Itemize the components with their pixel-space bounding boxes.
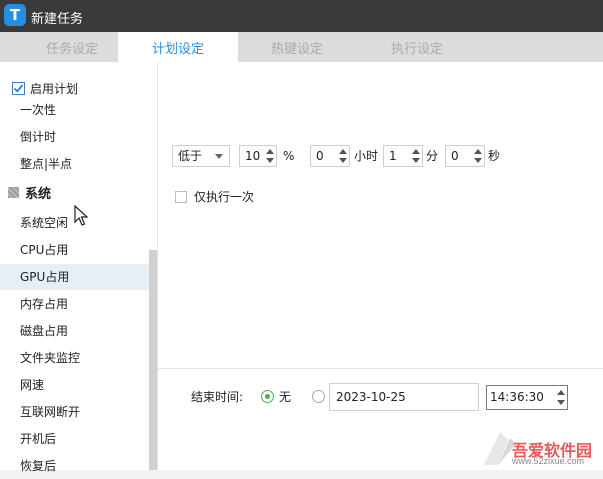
sidebar-group-label: 系统 [25,187,52,202]
tab-bar: 任务设定 计划设定 热键设定 执行设定 [0,32,603,62]
enable-plan-label: 启用计划 [30,82,79,96]
condition-panel: 低于 10 % 0 小时 1 分 0 秒 仅执行一次 [158,62,603,368]
hours-unit: 小时 [354,149,379,163]
app-logo-icon: T [4,4,26,26]
percent-value: 10 [245,149,261,163]
mouse-cursor-icon [74,205,88,226]
window-title: 新建任务 [31,12,84,27]
sidebar-item-hour-half[interactable]: 整点|半点 [0,151,150,177]
spin-down-icon[interactable] [339,158,347,163]
spin-up-icon[interactable] [557,390,565,395]
spin-down-icon[interactable] [474,158,482,163]
enable-plan-checkbox[interactable] [12,82,25,95]
chevron-down-icon [215,154,223,159]
hours-spin-arrows[interactable] [337,147,348,165]
app-logo-letter: T [9,6,21,24]
run-once-row[interactable]: 仅执行一次 [175,188,254,205]
run-once-label: 仅执行一次 [194,190,255,204]
tab-task-settings[interactable]: 任务设定 [12,32,132,62]
spin-down-icon[interactable] [266,158,274,163]
spin-down-icon[interactable] [557,400,565,405]
sidebar-item-after-resume[interactable]: 恢复后 [0,453,150,479]
spin-down-icon[interactable] [412,158,420,163]
plan-type-sidebar: 启用计划 一次性 倒计时 整点|半点 系统 系统空闲 CPU占用 GPU占用 内… [0,62,158,473]
spin-up-icon[interactable] [412,149,420,154]
hours-value: 0 [316,149,324,163]
end-time-none-radio[interactable] [261,390,274,403]
spin-up-icon[interactable] [474,149,482,154]
sidebar-item-network-speed[interactable]: 网速 [0,372,150,398]
spin-up-icon[interactable] [339,149,347,154]
hours-spinbox[interactable]: 0 [310,145,350,167]
sidebar-item-cpu-usage[interactable]: CPU占用 [0,237,150,263]
sidebar-item-after-boot[interactable]: 开机后 [0,426,150,452]
run-once-checkbox[interactable] [175,190,187,203]
sidebar-scrollbar-thumb[interactable] [149,250,157,470]
percent-spin-arrows[interactable] [264,147,275,165]
tab-plan-settings[interactable]: 计划设定 [118,32,238,62]
group-collapse-icon [8,187,19,198]
enable-plan-row[interactable]: 启用计划 [12,80,78,97]
seconds-value: 0 [451,149,459,163]
title-bar: T 新建任务 [0,0,603,32]
minutes-spin-arrows[interactable] [410,147,421,165]
sidebar-item-memory-usage[interactable]: 内存占用 [0,291,150,317]
end-date-input[interactable]: 2023-10-25 [329,383,479,411]
percent-spinbox[interactable]: 10 [239,145,277,167]
sidebar-item-countdown[interactable]: 倒计时 [0,124,150,150]
watermark-url: www.52zixue.com [512,456,585,466]
minutes-unit: 分 [426,149,439,163]
tab-hotkey-settings[interactable]: 热键设定 [237,32,357,62]
seconds-spin-arrows[interactable] [472,147,483,165]
comparator-value: 低于 [178,149,203,163]
end-time-label: 结束时间: [191,390,244,404]
minutes-spinbox[interactable]: 1 [383,145,423,167]
spin-up-icon[interactable] [266,149,274,154]
end-time-none-label: 无 [279,390,292,404]
minutes-value: 1 [389,149,397,163]
sidebar-item-folder-monitor[interactable]: 文件夹监控 [0,345,150,371]
seconds-spinbox[interactable]: 0 [445,145,485,167]
checkmark-icon [13,84,24,93]
seconds-unit: 秒 [488,149,501,163]
tab-execute-settings[interactable]: 执行设定 [357,32,477,62]
time-spin-arrows[interactable] [555,388,566,407]
end-time-input[interactable]: 14:36:30 [486,385,568,410]
end-time-value: 14:36:30 [490,390,544,404]
end-time-date-radio[interactable] [312,390,325,403]
sidebar-item-gpu-usage[interactable]: GPU占用 [0,264,150,290]
sidebar-item-disk-usage[interactable]: 磁盘占用 [0,318,150,344]
comparator-select[interactable]: 低于 [172,145,230,167]
sidebar-item-internet-disconnect[interactable]: 互联网断开 [0,399,150,425]
sidebar-item-once[interactable]: 一次性 [0,97,150,123]
sidebar-group-system[interactable]: 系统 [8,183,51,202]
percent-unit: % [283,149,295,163]
